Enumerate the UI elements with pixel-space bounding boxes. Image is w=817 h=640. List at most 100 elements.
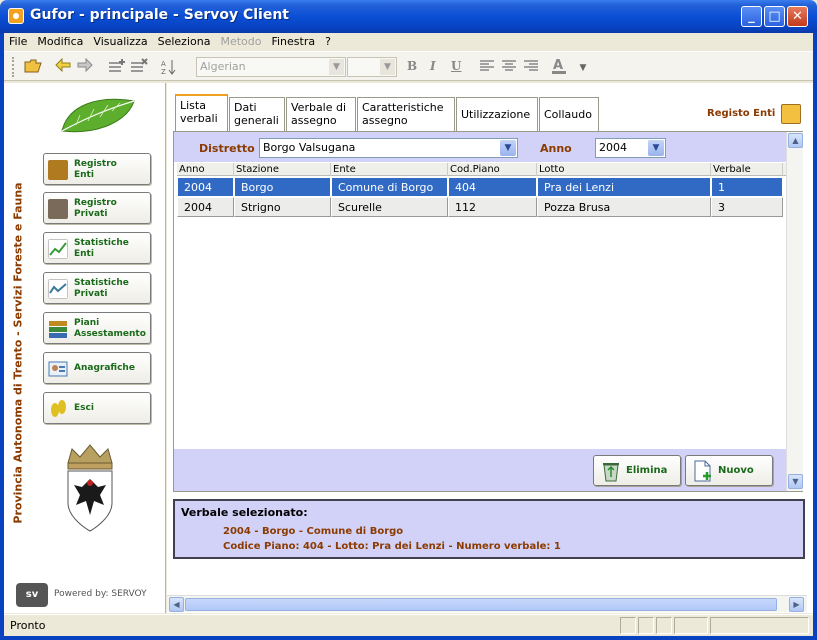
menu-bar: File Modifica Visualizza Seleziona Metodo Fin… <box>4 33 813 51</box>
menu-modifica[interactable]: Modifica <box>32 33 88 51</box>
book-icon[interactable] <box>781 104 801 124</box>
tab-panel-lista-verbali: Distretto Borgo Valsugana ▼ Anno 2004 ▼ … <box>173 131 803 492</box>
column-header-verbale[interactable]: Verbale <box>711 163 783 176</box>
distretto-select[interactable]: Borgo Valsugana ▼ <box>259 138 518 158</box>
column-header-cod-piano[interactable]: Cod.Piano <box>448 163 537 176</box>
book-icon <box>48 199 68 219</box>
vertical-scrollbar[interactable]: ▲ ▼ <box>786 132 803 491</box>
sidebar-item-piani-assestamento[interactable]: Piani Assestamento <box>43 312 151 344</box>
sidebar-item-statistiche-enti[interactable]: Statistiche Enti <box>43 232 151 264</box>
add-record-icon[interactable] <box>108 58 126 76</box>
align-center-icon[interactable] <box>500 59 518 77</box>
sidebar-item-label: Statistiche Privati <box>74 278 129 299</box>
tab-verbale-di-assegno[interactable]: Verbale di assegno <box>286 97 356 131</box>
scroll-right-icon[interactable]: ▶ <box>789 597 804 612</box>
column-header-lotto[interactable]: Lotto <box>537 163 711 176</box>
tab-caratteristiche-assegno[interactable]: Caratteristiche assegno <box>357 97 455 131</box>
nuovo-button[interactable]: Nuovo <box>685 455 773 486</box>
chart-icon <box>48 279 68 299</box>
chevron-down-icon[interactable]: ▼ <box>500 140 516 156</box>
scroll-up-icon[interactable]: ▲ <box>788 133 803 148</box>
cell-lotto[interactable]: Pozza Brusa <box>537 197 711 217</box>
tab-collaudo[interactable]: Collaudo <box>539 97 599 131</box>
open-folder-icon[interactable] <box>24 58 42 76</box>
horizontal-scrollbar[interactable]: ◀ ▶ <box>167 595 807 612</box>
align-left-icon[interactable] <box>478 59 496 77</box>
maximize-button[interactable]: □ <box>764 6 785 27</box>
title-bar: Gufor - principale - Servoy Client _ □ ✕ <box>0 0 817 33</box>
filter-bar: Distretto Borgo Valsugana ▼ Anno 2004 ▼ <box>174 132 786 162</box>
toolbar-grip[interactable] <box>12 57 15 77</box>
elimina-button[interactable]: Elimina <box>593 455 681 486</box>
distretto-value: Borgo Valsugana <box>263 141 356 154</box>
sidebar-item-statistiche-privati[interactable]: Statistiche Privati <box>43 272 151 304</box>
sidebar-item-label: Statistiche Enti <box>74 238 129 259</box>
sidebar-item-esci[interactable]: Esci <box>43 392 151 424</box>
stacked-books-icon <box>49 321 67 338</box>
contact-card-icon <box>48 361 68 377</box>
table-row[interactable]: 2004 Strigno Scurelle 112 Pozza Brusa 3 <box>177 197 786 217</box>
cell-verbale[interactable]: 3 <box>711 197 783 217</box>
sort-icon[interactable]: AZ <box>160 58 178 76</box>
svg-text:A: A <box>553 58 563 73</box>
menu-seleziona[interactable]: Seleziona <box>153 33 216 51</box>
cell-ente[interactable]: Comune di Borgo <box>331 177 448 197</box>
recycle-bin-icon <box>603 463 619 482</box>
sidebar-item-registro-enti[interactable]: Registro Enti <box>43 153 151 185</box>
sidebar-item-registro-privati[interactable]: Registro Privati <box>43 192 151 224</box>
sidebar-item-label: Registro Privati <box>74 198 117 219</box>
menu-file[interactable]: File <box>4 33 32 51</box>
registo-enti-label[interactable]: Registo Enti <box>707 108 775 119</box>
status-text: Pronto <box>10 619 46 632</box>
tab-dati-generali[interactable]: Dati generali <box>229 97 285 131</box>
column-header-stazione[interactable]: Stazione <box>234 163 331 176</box>
tab-utilizzazione[interactable]: Utilizzazione <box>456 97 538 131</box>
back-arrow-icon[interactable] <box>54 57 72 76</box>
menu-finestra[interactable]: Finestra <box>266 33 320 51</box>
chevron-down-icon[interactable]: ▼ <box>574 59 592 77</box>
minimize-button[interactable]: _ <box>741 6 762 27</box>
cell-lotto[interactable]: Pra dei Lenzi <box>537 177 711 197</box>
font-name-select: Algerian ▼ <box>196 57 346 77</box>
column-header-anno[interactable]: Anno <box>177 163 234 176</box>
toolbar: AZ Algerian ▼ ▼ B I U A ▼ <box>4 51 813 81</box>
scroll-down-icon[interactable]: ▼ <box>788 474 803 489</box>
align-right-icon[interactable] <box>522 59 540 77</box>
chevron-down-icon[interactable]: ▼ <box>648 140 664 156</box>
status-bar: Pronto <box>4 614 813 636</box>
delete-record-icon[interactable] <box>130 58 148 76</box>
sidebar-item-anagrafiche[interactable]: Anagrafiche <box>43 352 151 384</box>
menu-visualizza[interactable]: Visualizza <box>88 33 152 51</box>
cell-anno[interactable]: 2004 <box>177 197 234 217</box>
cell-stazione[interactable]: Borgo <box>234 177 331 197</box>
cell-verbale[interactable]: 1 <box>711 177 783 197</box>
forward-arrow-icon[interactable] <box>76 57 94 76</box>
cell-stazione[interactable]: Strigno <box>234 197 331 217</box>
status-cell <box>710 617 809 634</box>
app-icon <box>8 8 24 24</box>
status-cell <box>638 617 654 634</box>
sidebar-item-label: Registro Enti <box>74 159 117 180</box>
italic-button[interactable]: I <box>430 59 436 73</box>
underline-button[interactable]: U <box>451 59 461 73</box>
close-button[interactable]: ✕ <box>787 6 808 27</box>
cell-anno[interactable]: 2004 <box>177 177 234 197</box>
cell-ente[interactable]: Scurelle <box>331 197 448 217</box>
bold-button[interactable]: B <box>407 59 417 73</box>
anno-select[interactable]: 2004 ▼ <box>595 138 666 158</box>
font-color-icon[interactable]: A <box>550 57 568 75</box>
main-content: Lista verbali Dati generali Verbale di asse… <box>167 83 813 613</box>
column-header-ente[interactable]: Ente <box>331 163 448 176</box>
menu-help[interactable]: ? <box>320 33 336 51</box>
tab-lista-verbali[interactable]: Lista verbali <box>175 94 228 131</box>
org-label: Provincia Autonoma di Trento - Servizi F… <box>11 182 25 524</box>
table-row[interactable]: 2004 Borgo Comune di Borgo 404 Pra dei L… <box>177 177 786 197</box>
menu-metodo: Metodo <box>220 35 262 48</box>
cell-cod-piano[interactable]: 112 <box>448 197 537 217</box>
cell-cod-piano[interactable]: 404 <box>448 177 537 197</box>
org-label-container: Provincia Autonoma di Trento - Servizi F… <box>8 182 28 524</box>
horizontal-scroll-thumb[interactable] <box>185 598 777 611</box>
selected-verbale-details: Codice Piano: 404 - Lotto: Pra dei Lenzi… <box>223 541 561 552</box>
verbali-table: Anno Stazione Ente Cod.Piano Lotto Verba… <box>177 163 786 449</box>
scroll-left-icon[interactable]: ◀ <box>169 597 184 612</box>
